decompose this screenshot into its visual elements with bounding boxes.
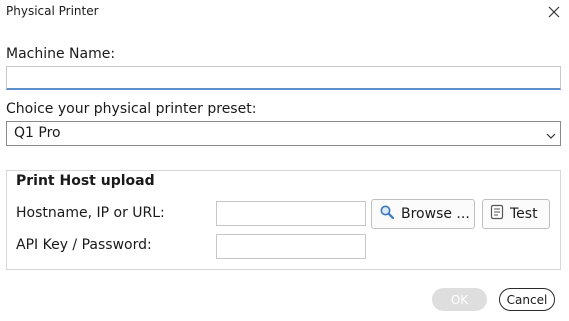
machine-name-input[interactable] xyxy=(6,66,561,90)
hostname-input[interactable] xyxy=(216,201,366,226)
dialog-title: Physical Printer xyxy=(6,4,99,18)
title-bar: Physical Printer xyxy=(0,0,569,24)
document-icon xyxy=(490,204,504,224)
test-button-label: Test xyxy=(510,206,538,222)
close-button[interactable] xyxy=(543,1,565,23)
physical-printer-dialog: Physical Printer Machine Name: Choice yo… xyxy=(0,0,569,321)
close-icon xyxy=(548,3,560,22)
cancel-button[interactable]: Cancel xyxy=(499,288,555,311)
browse-button-label: Browse ... xyxy=(401,206,470,222)
magnifier-icon xyxy=(379,204,395,224)
preset-label: Choice your physical printer preset: xyxy=(6,101,257,117)
chevron-down-icon xyxy=(546,129,556,145)
api-key-label: API Key / Password: xyxy=(16,237,152,253)
preset-selected-value: Q1 Pro xyxy=(14,125,61,141)
machine-name-label: Machine Name: xyxy=(6,46,116,62)
print-host-upload-title: Print Host upload xyxy=(16,173,159,189)
api-key-input[interactable] xyxy=(216,234,366,259)
printer-preset-select[interactable]: Q1 Pro xyxy=(6,121,561,146)
browse-button[interactable]: Browse ... xyxy=(371,199,475,229)
hostname-label: Hostname, IP or URL: xyxy=(16,205,165,221)
test-button[interactable]: Test xyxy=(482,199,550,229)
ok-button[interactable]: OK xyxy=(432,288,487,311)
